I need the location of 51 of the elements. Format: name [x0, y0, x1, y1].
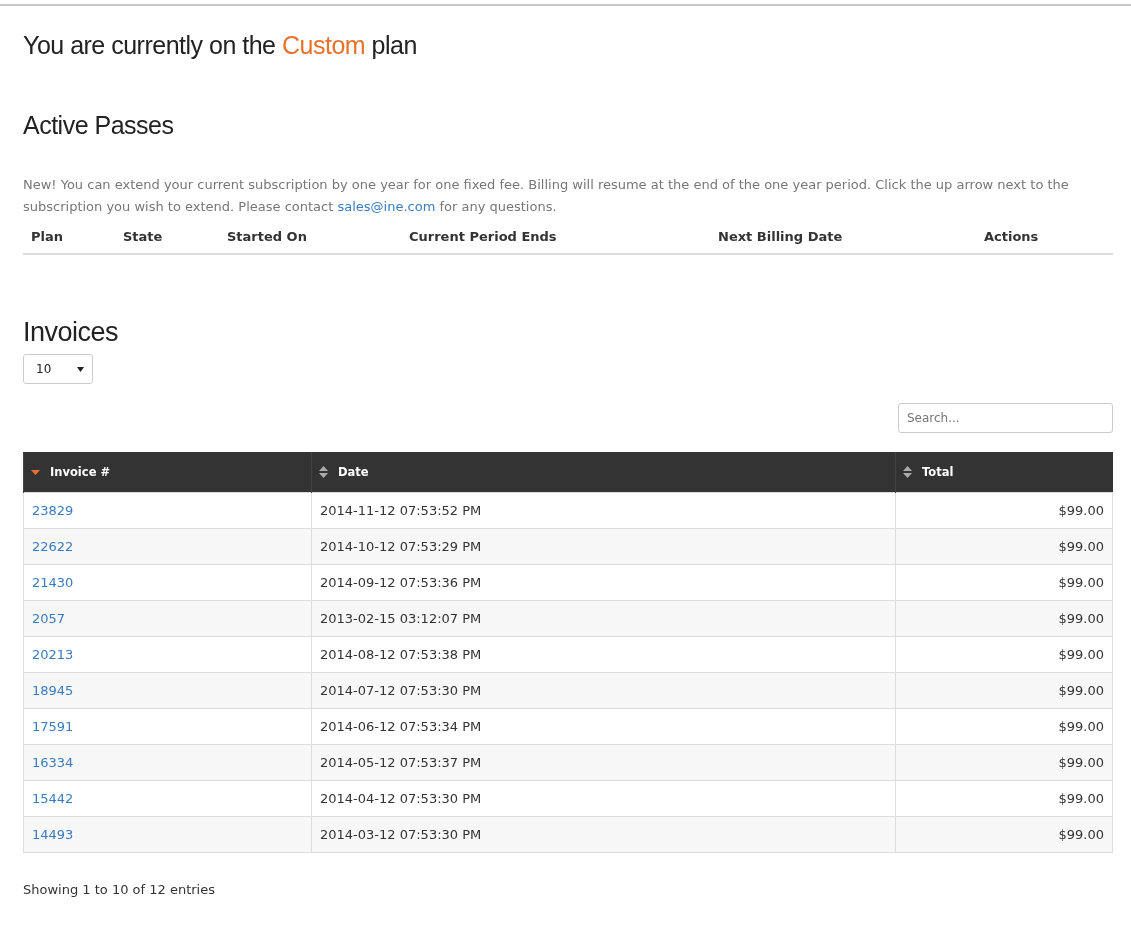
sort-descending-icon	[31, 469, 40, 475]
invoice-link[interactable]: 15442	[32, 790, 74, 806]
table-cell: 2013-02-15 03:12:07 PM	[311, 600, 896, 636]
table-cell: $99.00	[895, 708, 1113, 744]
table-cell: 2014-04-12 07:53:30 PM	[311, 780, 896, 816]
entries-summary: Showing 1 to 10 of 12 entries	[23, 881, 216, 897]
column-header: Next Billing Date	[717, 229, 844, 244]
invoice-link[interactable]: 14493	[32, 826, 74, 842]
invoice-link[interactable]: 20213	[32, 646, 74, 662]
table-cell: 2014-06-12 07:53:34 PM	[311, 708, 896, 744]
invoice-link[interactable]: 21430	[32, 574, 74, 590]
table-cell: $99.00	[895, 780, 1113, 816]
table-cell: $99.00	[895, 636, 1113, 672]
column-header[interactable]: Total	[895, 452, 1113, 492]
column-header[interactable]: Date	[311, 452, 896, 492]
table-cell: 2014-07-12 07:53:30 PM	[311, 672, 896, 708]
plan-heading: You are currently on the Custom plan	[23, 31, 418, 60]
invoice-link[interactable]: 17591	[32, 718, 74, 734]
email-link[interactable]: sales@ine.com	[337, 199, 436, 214]
sort-icon	[903, 466, 912, 479]
section-title: Active Passes	[23, 111, 175, 140]
caret-icon	[77, 366, 84, 372]
column-header: State	[122, 229, 164, 244]
invoice-link[interactable]: 16334	[32, 754, 74, 770]
section-title: Invoices	[23, 317, 120, 348]
page-size-select[interactable]: 10	[23, 354, 93, 384]
invoice-link[interactable]: 23829	[32, 502, 74, 518]
column-header: Plan	[30, 229, 64, 244]
column-header: Current Period Ends	[408, 229, 558, 244]
sort-icon	[319, 466, 328, 479]
table-cell: 2014-05-12 07:53:37 PM	[311, 744, 896, 780]
table-cell: 2014-11-12 07:53:52 PM	[311, 492, 896, 528]
table-cell: 2014-03-12 07:53:30 PM	[311, 816, 896, 852]
notice-text: New! You can extend your current subscription by one year for one fixed fee. Billing will resume at the end of the one year period. Click the up arrow next to the subscription you wish to extend. Please contact sales@ine.com for any questions.	[23, 176, 1070, 216]
table-cell: 2014-10-12 07:53:29 PM	[311, 528, 896, 564]
invoice-link[interactable]: 2057	[32, 610, 66, 626]
invoice-link[interactable]: 22622	[32, 538, 74, 554]
table-cell: $99.00	[895, 744, 1113, 780]
invoice-link[interactable]: 18945	[32, 682, 74, 698]
column-header[interactable]: Invoice #	[23, 452, 312, 492]
table-cell: $99.00	[895, 492, 1113, 528]
table-cell: 2014-08-12 07:53:38 PM	[311, 636, 896, 672]
table-cell: $99.00	[895, 600, 1113, 636]
table-cell: $99.00	[895, 672, 1113, 708]
column-header: Actions	[983, 229, 1039, 244]
table-cell: $99.00	[895, 528, 1113, 564]
table-cell: $99.00	[895, 816, 1113, 852]
table-cell: $99.00	[895, 564, 1113, 600]
column-header: Started On	[226, 229, 308, 244]
table-cell: 2014-09-12 07:53:36 PM	[311, 564, 896, 600]
search-field[interactable]: Search...	[898, 403, 1113, 433]
